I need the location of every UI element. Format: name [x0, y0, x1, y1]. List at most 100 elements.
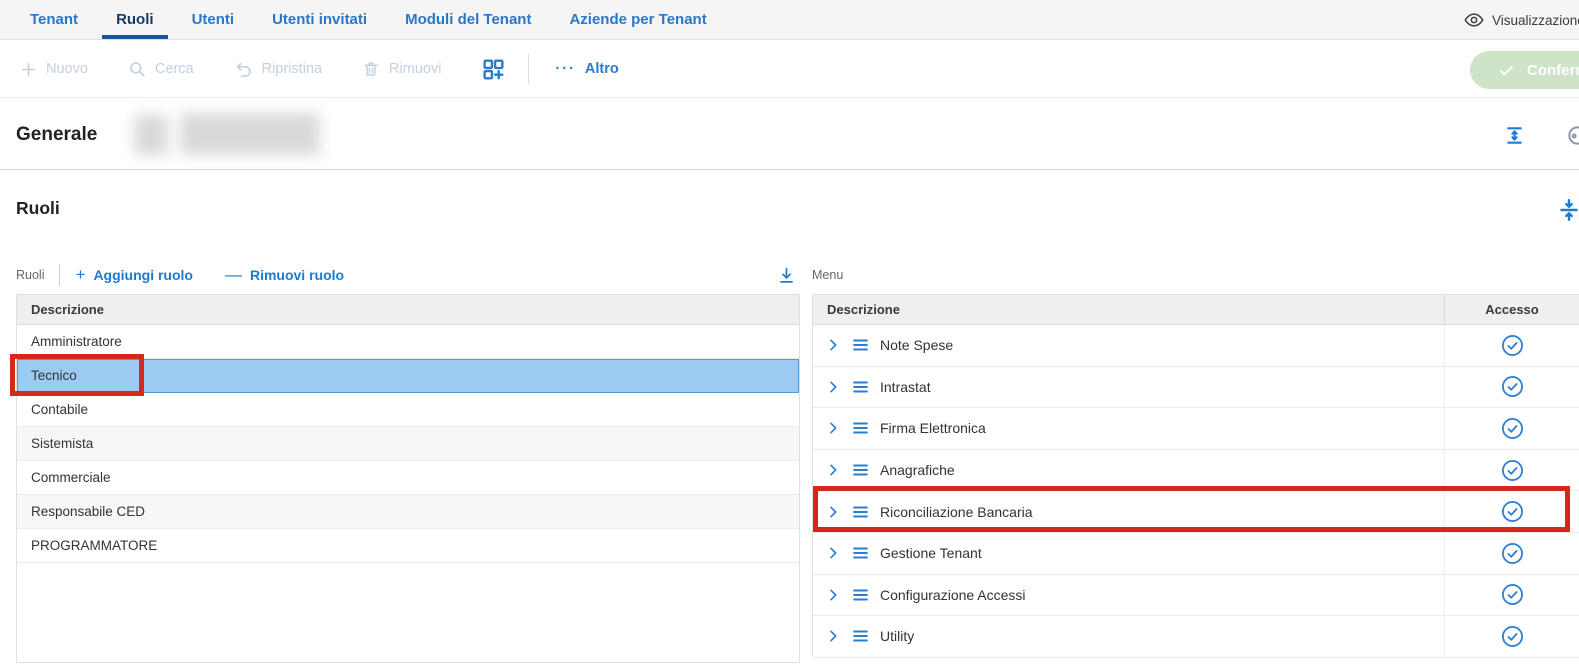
view-mode-toggle[interactable]: Visualizzazione — [1464, 0, 1579, 40]
menu-row[interactable]: Note Spese — [813, 325, 1579, 367]
remove-button[interactable]: Rimuovi — [362, 60, 441, 78]
tab-aziende-per-tenant[interactable]: Aziende per Tenant — [567, 0, 708, 39]
menu-row-description-cell: Intrastat — [813, 367, 1444, 408]
chevron-right-icon[interactable] — [825, 545, 841, 561]
chevron-right-icon[interactable] — [825, 587, 841, 603]
menu-row[interactable]: Riconciliazione Bancaria — [813, 491, 1579, 533]
check-circle-icon — [1501, 375, 1524, 398]
confirm-button[interactable]: Conferma — [1470, 51, 1579, 89]
new-button[interactable]: Nuovo — [20, 61, 88, 78]
menu-item-label: Firma Elettronica — [880, 420, 986, 436]
role-row[interactable]: Sistemista — [17, 427, 799, 461]
check-circle-icon — [1501, 542, 1524, 565]
role-row-label: Commerciale — [31, 470, 111, 485]
menu-lines-icon — [850, 586, 871, 604]
access-cell[interactable] — [1444, 491, 1579, 532]
access-cell[interactable] — [1444, 325, 1579, 366]
role-row[interactable]: Commerciale — [17, 461, 799, 495]
role-row[interactable]: Amministratore — [17, 325, 799, 359]
menu-row[interactable]: Configurazione Accessi — [813, 575, 1579, 617]
redacted-text-block — [180, 113, 320, 155]
role-row[interactable]: PROGRAMMATORE — [17, 529, 799, 563]
menu-table-body: Note Spese Intrastat — [813, 325, 1579, 658]
remove-button-label: Rimuovi — [389, 61, 441, 77]
chevron-right-icon[interactable] — [825, 462, 841, 478]
check-circle-icon — [1501, 417, 1524, 440]
menu-table-header: Descrizione Accesso — [813, 295, 1579, 325]
chevron-right-icon[interactable] — [825, 628, 841, 644]
menu-row-description-cell: Note Spese — [813, 325, 1444, 366]
trash-icon — [362, 60, 380, 78]
tab-moduli-del-tenant[interactable]: Moduli del Tenant — [403, 0, 533, 39]
role-row[interactable]: Tecnico — [17, 359, 799, 393]
panel-toolbar-divider — [59, 264, 60, 286]
chevron-right-icon[interactable] — [825, 420, 841, 436]
access-cell[interactable] — [1444, 450, 1579, 491]
unfold-vertical-icon — [1503, 124, 1526, 147]
history-button[interactable] — [1566, 124, 1579, 147]
more-button[interactable]: ··· Altro — [555, 61, 618, 77]
role-row-label: Contabile — [31, 402, 88, 417]
tab-label: Utenti — [192, 11, 235, 28]
menu-column-accesso: Accesso — [1444, 295, 1579, 324]
tab-label: Tenant — [30, 11, 78, 28]
chevron-right-icon[interactable] — [825, 504, 841, 520]
access-cell[interactable] — [1444, 367, 1579, 408]
role-row[interactable]: Responsabile CED — [17, 495, 799, 529]
menu-row[interactable]: Utility — [813, 616, 1579, 658]
access-cell[interactable] — [1444, 533, 1579, 574]
grid-add-button[interactable] — [481, 57, 506, 82]
menu-row[interactable]: Intrastat — [813, 367, 1579, 409]
role-row[interactable]: Contabile — [17, 393, 799, 427]
access-cell[interactable] — [1444, 616, 1579, 657]
search-button[interactable]: Cerca — [128, 60, 194, 78]
menu-item-label: Configurazione Accessi — [880, 587, 1026, 603]
remove-role-button[interactable]: — Rimuovi ruolo — [225, 265, 344, 285]
tab-utenti-invitati[interactable]: Utenti invitati — [270, 0, 369, 39]
roles-column-descrizione: Descrizione — [17, 302, 799, 317]
export-button[interactable] — [777, 266, 796, 285]
tab-label: Utenti invitati — [272, 11, 367, 28]
access-cell[interactable] — [1444, 408, 1579, 449]
add-role-button[interactable]: + Aggiungi ruolo — [76, 265, 193, 285]
tab-ruoli[interactable]: Ruoli — [114, 0, 156, 39]
plus-icon — [20, 61, 37, 78]
new-button-label: Nuovo — [46, 61, 88, 77]
menu-row-description-cell: Riconciliazione Bancaria — [813, 491, 1444, 532]
roles-section-title: Ruoli — [16, 198, 60, 219]
menu-panel-toolbar: Menu — [812, 256, 1579, 294]
confirm-button-label: Conferma — [1527, 62, 1579, 79]
menu-item-label: Note Spese — [880, 337, 953, 353]
access-cell[interactable] — [1444, 575, 1579, 616]
eye-icon — [1464, 10, 1484, 30]
tabs-nav: Tenant Ruoli Utenti Utenti invitati Moduli d… — [28, 0, 709, 39]
check-circle-icon — [1501, 459, 1524, 482]
tab-tenant[interactable]: Tenant — [28, 0, 80, 39]
check-circle-icon — [1501, 500, 1524, 523]
menu-panel-label: Menu — [812, 268, 843, 282]
roles-table: Descrizione Amministratore Tecnico Contabi… — [16, 294, 800, 663]
menu-row[interactable]: Firma Elettronica — [813, 408, 1579, 450]
toolbar-divider — [528, 54, 529, 84]
unfold-vertical-button[interactable] — [1503, 124, 1526, 147]
chevron-right-icon[interactable] — [825, 379, 841, 395]
chevron-right-icon[interactable] — [825, 337, 841, 353]
minus-icon: — — [225, 265, 242, 285]
menu-item-label: Anagrafiche — [880, 462, 955, 478]
menu-lines-icon — [850, 627, 871, 645]
more-dots-icon: ··· — [555, 61, 576, 77]
collapse-vertical-icon — [1556, 197, 1579, 223]
menu-row-description-cell: Firma Elettronica — [813, 408, 1444, 449]
main-toolbar: Nuovo Cerca Ripristina Rimuovi — [0, 41, 1579, 98]
menu-row[interactable]: Gestione Tenant — [813, 533, 1579, 575]
tab-bar: Tenant Ruoli Utenti Utenti invitati Moduli d… — [0, 0, 1579, 40]
menu-panel: Menu Descrizione Accesso Note Spese — [812, 256, 1579, 656]
collapse-vertical-button[interactable] — [1556, 197, 1579, 223]
menu-row[interactable]: Anagrafiche — [813, 450, 1579, 492]
more-button-label: Altro — [585, 61, 619, 77]
role-row-label: Tecnico — [31, 368, 77, 383]
search-button-label: Cerca — [155, 61, 194, 77]
restore-button[interactable]: Ripristina — [234, 60, 322, 79]
tab-utenti[interactable]: Utenti — [190, 0, 237, 39]
roles-table-header: Descrizione — [17, 295, 799, 325]
